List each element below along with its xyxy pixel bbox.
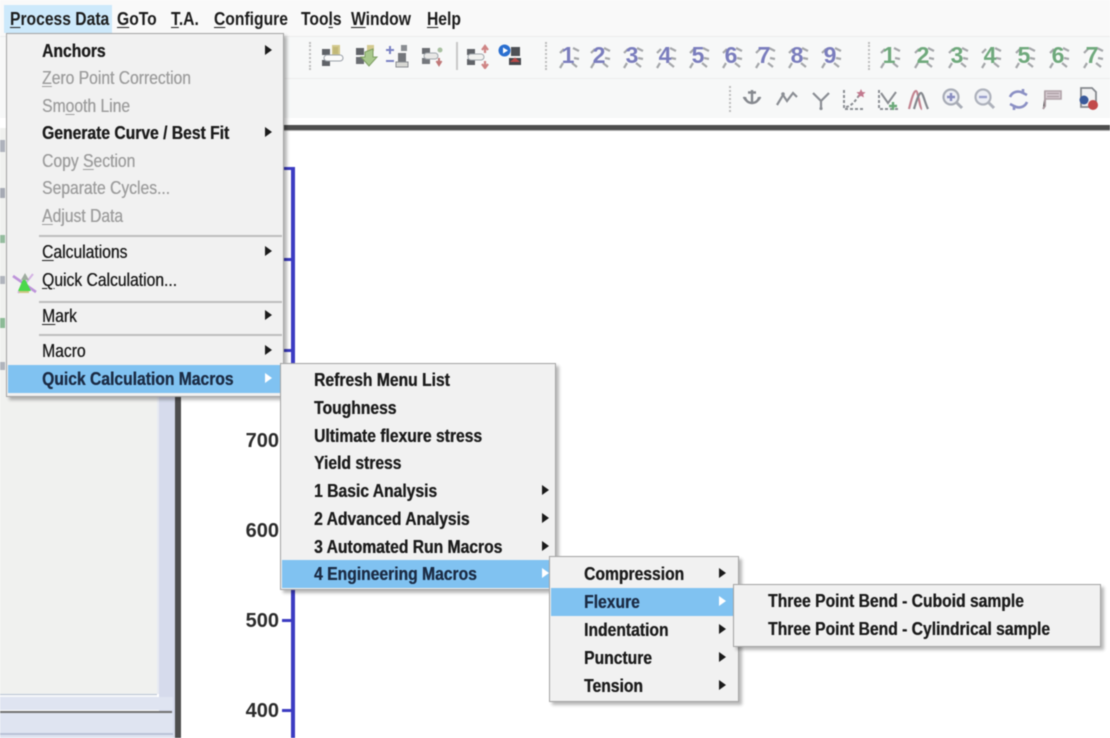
svg-text:4: 4	[984, 42, 997, 68]
svg-text:1: 1	[562, 42, 575, 68]
svg-text:9: 9	[824, 42, 837, 68]
svg-text:2: 2	[917, 42, 930, 68]
svg-text:2: 2	[593, 42, 606, 68]
svg-text:7: 7	[1086, 42, 1099, 68]
svg-text:3: 3	[626, 42, 639, 68]
svg-text:8: 8	[791, 42, 804, 68]
svg-text:5: 5	[1018, 42, 1031, 68]
svg-text:6: 6	[1052, 42, 1065, 68]
svg-text:7: 7	[758, 42, 771, 68]
svg-text:3: 3	[951, 42, 964, 68]
svg-text:4: 4	[659, 42, 672, 68]
svg-text:5: 5	[692, 42, 705, 68]
svg-text:6: 6	[725, 42, 738, 68]
svg-text:1: 1	[883, 42, 896, 68]
